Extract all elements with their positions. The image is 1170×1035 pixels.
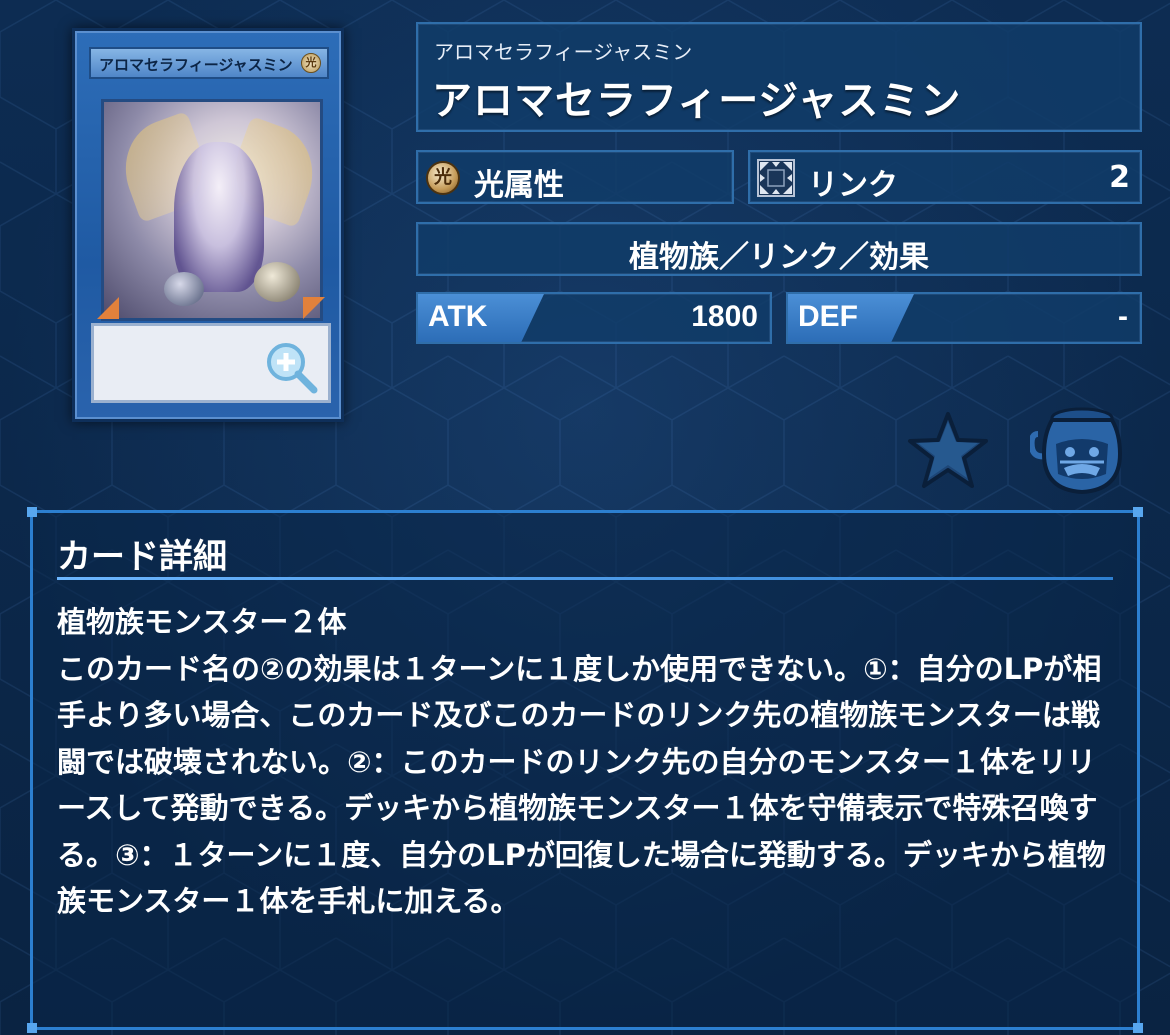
card-name: アロマセラフィージャスミン xyxy=(432,78,962,124)
card-art-attribute-icon: 光 xyxy=(301,53,321,73)
attribute-panel: 光 光属性 xyxy=(416,150,734,204)
zoom-in-icon[interactable] xyxy=(264,340,320,396)
corner-marker xyxy=(27,507,37,517)
link-panel: リンク 2 xyxy=(748,150,1142,204)
card-art-name-bar: アロマセラフィージャスミン 光 xyxy=(89,47,329,79)
light-attribute-icon: 光 xyxy=(426,161,460,195)
art-pot xyxy=(164,272,204,306)
card-effect-text: 植物族モンスター２体 このカード名の②の効果は１ターンに１度しか使用できない。①… xyxy=(57,605,1106,918)
type-panel: 植物族／リンク／効果 xyxy=(416,222,1142,276)
attribute-label: 光属性 xyxy=(474,168,564,203)
atk-panel: ATK 1800 xyxy=(416,292,772,344)
def-panel: DEF - xyxy=(786,292,1142,344)
link-arrows-icon xyxy=(757,159,795,197)
corner-marker xyxy=(1133,507,1143,517)
link-arrow-bottom-right-icon xyxy=(303,297,325,319)
corner-marker xyxy=(1133,1023,1143,1033)
card-name-reading: アロマセラフィージャスミン xyxy=(434,40,693,64)
link-label: リンク xyxy=(808,168,898,203)
link-rating: 2 xyxy=(1109,160,1130,195)
link-arrow-bottom-left-icon xyxy=(97,297,119,319)
card-text-box xyxy=(91,323,331,403)
corner-marker xyxy=(27,1023,37,1033)
pot-of-greed-icon[interactable] xyxy=(1030,404,1124,496)
art-figure xyxy=(174,142,264,292)
detail-title: カード詳細 xyxy=(57,537,227,577)
art-pot-2 xyxy=(254,262,300,302)
card-type-line: 植物族／リンク／効果 xyxy=(629,240,929,275)
atk-label: ATK xyxy=(428,300,488,333)
card-art-name: アロマセラフィージャスミン xyxy=(99,56,293,74)
def-value: - xyxy=(1118,300,1128,333)
atk-value: 1800 xyxy=(691,300,758,333)
card-name-panel: アロマセラフィージャスミン アロマセラフィージャスミン xyxy=(416,22,1142,132)
def-label: DEF xyxy=(798,300,858,333)
card-artwork xyxy=(101,99,323,321)
star-icon[interactable] xyxy=(906,410,990,490)
card-image[interactable]: アロマセラフィージャスミン 光 xyxy=(72,28,344,422)
card-detail-box: カード詳細 植物族モンスター２体 このカード名の②の効果は１ターンに１度しか使用… xyxy=(27,507,1143,1033)
detail-divider xyxy=(57,577,1113,580)
